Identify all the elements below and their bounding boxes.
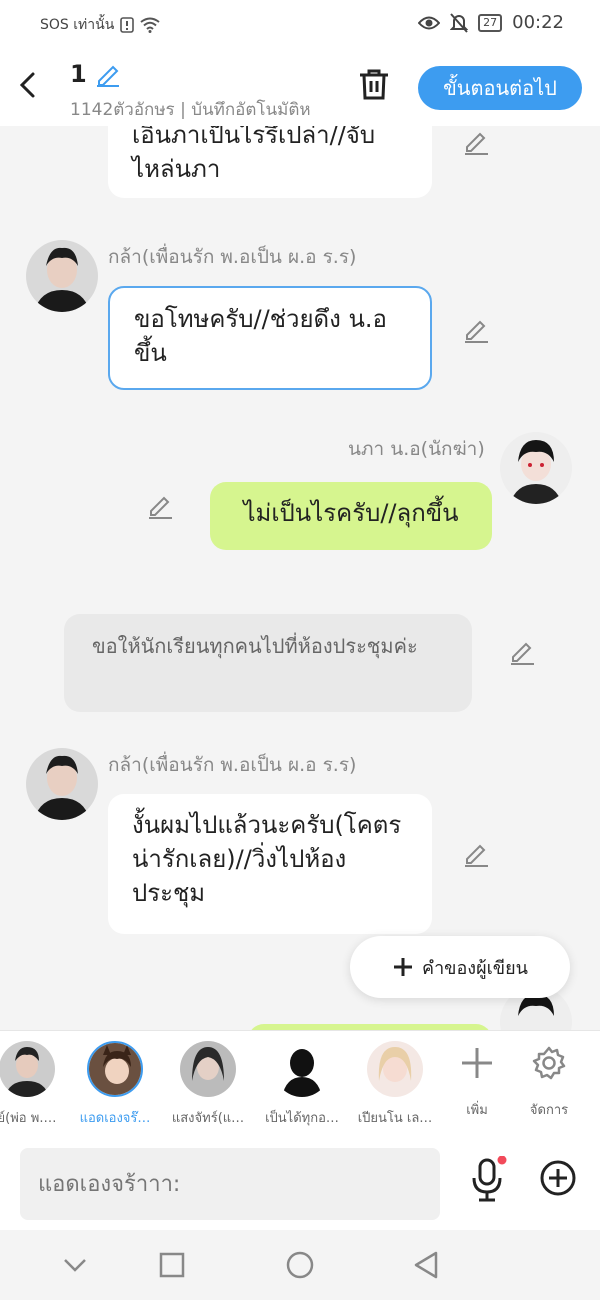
character-item-selected[interactable]: แอดเองจร๊… xyxy=(70,1041,160,1128)
attach-button[interactable] xyxy=(538,1158,578,1202)
editor-header: 1 1142ตัวอักษร | บันทึกอัตโนมัติห ขั้นตอ… xyxy=(0,48,600,126)
delete-button[interactable] xyxy=(356,66,392,106)
character-bar: ย์(พ่อ พ.… แอดเองจร๊… แสงจัทร์(แ… เป็นได… xyxy=(0,1030,600,1138)
manage-characters-button[interactable]: จัดการ xyxy=(514,1045,584,1120)
voice-button[interactable] xyxy=(468,1155,508,1208)
chevron-down-icon[interactable] xyxy=(62,1250,88,1280)
character-item[interactable]: เปียนโน เล… xyxy=(350,1041,440,1128)
edit-icon[interactable] xyxy=(508,638,536,666)
plus-circle-icon xyxy=(540,1160,576,1196)
avatar xyxy=(87,1041,143,1097)
composer xyxy=(0,1138,600,1230)
message-input[interactable] xyxy=(20,1148,440,1220)
avatar[interactable] xyxy=(26,748,98,820)
chevron-left-icon xyxy=(19,72,35,98)
sim-alert-icon xyxy=(120,17,135,33)
avatar[interactable] xyxy=(500,432,572,504)
character-name: นภา น.อ(นักฆ่า) xyxy=(348,438,485,460)
trash-icon xyxy=(360,69,388,100)
status-bar: SOS เท่านั้น 27 00:22 xyxy=(0,0,600,48)
gear-icon xyxy=(532,1046,566,1080)
pencil-icon[interactable] xyxy=(95,61,121,87)
plus-icon xyxy=(394,958,413,976)
avatar[interactable] xyxy=(26,240,98,312)
mute-bell-icon xyxy=(450,12,469,33)
battery-indicator: 27 xyxy=(478,13,503,32)
author-note-button[interactable]: คำของผู้เขียน xyxy=(350,936,570,998)
wifi-icon xyxy=(140,17,160,33)
chat-bubble[interactable]: เอินภาเป็นไรรึเปล่า//จับไหล่นภา xyxy=(108,126,432,198)
character-name: กล้า(เพื่อนรัก พ.อเป็น ผ.อ ร.ร) xyxy=(108,246,357,268)
status-text: SOS เท่านั้น xyxy=(40,17,115,33)
edit-icon[interactable] xyxy=(462,128,490,156)
edit-icon[interactable] xyxy=(146,492,174,520)
recents-icon[interactable] xyxy=(158,1250,186,1280)
microphone-icon xyxy=(472,1155,507,1202)
plus-icon xyxy=(462,1048,492,1078)
edit-icon[interactable] xyxy=(462,840,490,868)
narration-bubble[interactable]: ขอให้นักเรียนทุกคนไปที่ห้องประชุมค่ะ xyxy=(64,614,472,712)
chat-bubble-selected[interactable]: ขอโทษครับ//ช่วยดึง น.อขึ้น xyxy=(108,286,432,390)
character-name: กล้า(เพื่อนรัก พ.อเป็น ผ.อ ร.ร) xyxy=(108,754,357,776)
system-nav-bar xyxy=(0,1230,600,1300)
character-item[interactable]: เป็นได้ทุกอ… xyxy=(257,1041,347,1128)
chat-bubble[interactable]: งั้นผมไปแล้วนะครับ(โคตรน่ารักเลย)//วิ่งไ… xyxy=(108,794,432,934)
avatar xyxy=(274,1041,330,1097)
add-character-button[interactable]: เพิ่ม xyxy=(442,1045,512,1120)
clock: 00:22 xyxy=(512,12,564,33)
page-title[interactable]: 1 xyxy=(70,60,121,88)
edit-icon[interactable] xyxy=(462,316,490,344)
avatar xyxy=(180,1041,236,1097)
next-step-button[interactable]: ขั้นตอนต่อไป xyxy=(418,66,582,110)
back-nav-icon[interactable] xyxy=(412,1250,440,1280)
character-item[interactable]: แสงจัทร์(แ… xyxy=(163,1041,253,1128)
home-icon[interactable] xyxy=(285,1250,315,1280)
chat-area[interactable]: เอินภาเป็นไรรึเปล่า//จับไหล่นภา กล้า(เพื… xyxy=(0,126,600,1030)
char-count-autosave: 1142ตัวอักษร | บันทึกอัตโนมัติห xyxy=(70,100,311,120)
character-item[interactable]: ย์(พ่อ พ.… xyxy=(0,1041,72,1128)
avatar xyxy=(367,1041,423,1097)
back-button[interactable] xyxy=(18,70,36,108)
avatar xyxy=(0,1041,55,1097)
chat-bubble-own[interactable]: ไม่เป็นไรครับ//ลุกขึ้น xyxy=(210,482,492,550)
eye-icon xyxy=(418,16,441,29)
